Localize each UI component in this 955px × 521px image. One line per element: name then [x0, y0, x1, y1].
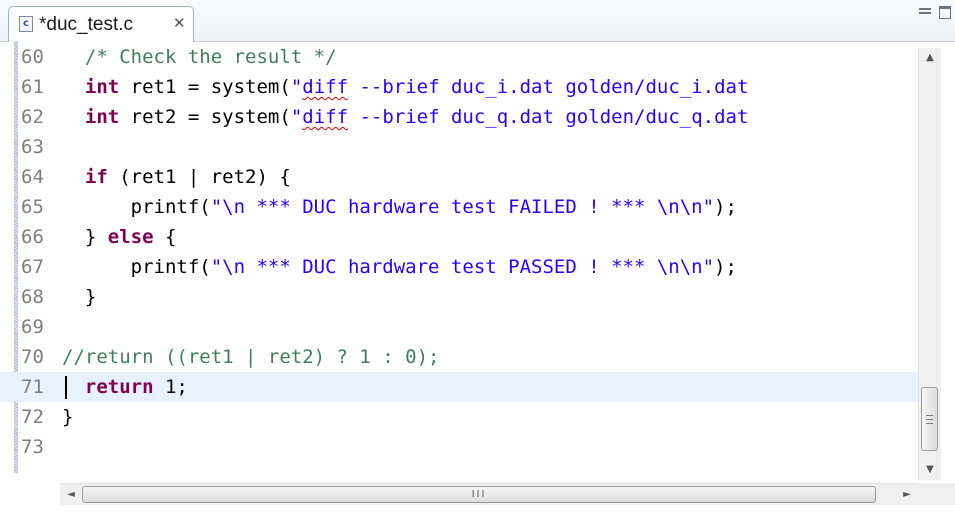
line-number: 61: [21, 76, 44, 98]
line-number: 70: [21, 346, 44, 368]
code-text: return 1;: [62, 372, 918, 402]
vertical-scroll-thumb[interactable]: [921, 387, 938, 451]
code-token: ": [290, 76, 303, 98]
code-token: if: [84, 166, 108, 188]
code-token: diff: [302, 106, 349, 128]
code-text: } else {: [62, 222, 918, 252]
line-number: 60: [21, 46, 44, 68]
code-line[interactable]: 64 if (ret1 | ret2) {: [0, 162, 930, 192]
vertical-scrollbar[interactable]: ▲ ▼: [918, 48, 941, 480]
line-number: 64: [21, 166, 44, 188]
code-line[interactable]: 65 printf("\n *** DUC hardware test FAIL…: [0, 192, 930, 222]
code-token: printf(: [62, 196, 211, 218]
tab-title: *duc_test.c: [39, 14, 133, 35]
code-token: "\n *** DUC hardware test PASSED ! *** \…: [210, 256, 715, 278]
code-line[interactable]: 67 printf("\n *** DUC hardware test PASS…: [0, 252, 930, 282]
code-text: }: [62, 282, 918, 312]
text-cursor: [65, 376, 67, 399]
line-number: 72: [21, 406, 44, 428]
code-token: --brief duc_i.dat golden/duc_i.dat: [348, 76, 749, 98]
tab-duc-test-c[interactable]: c *duc_test.c ✕: [8, 6, 194, 42]
thumb-grip-line: [926, 419, 933, 420]
code-text: int ret2 = system("diff --brief duc_q.da…: [62, 102, 918, 132]
code-token: {: [153, 226, 177, 248]
code-token: ": [290, 106, 303, 128]
maximize-icon[interactable]: [939, 6, 953, 19]
code-token: //return ((ret1 | ret2) ? 1 : 0);: [62, 346, 440, 368]
line-number: 62: [21, 106, 44, 128]
code-text: }: [62, 402, 918, 432]
code-token: 1;: [153, 376, 188, 398]
line-number: 68: [21, 286, 44, 308]
code-line[interactable]: 60 /* Check the result */: [0, 42, 930, 72]
line-number: 71: [21, 376, 44, 398]
code-line[interactable]: 69: [0, 312, 930, 342]
line-number: 66: [21, 226, 44, 248]
scroll-right-arrow-icon[interactable]: ►: [896, 484, 918, 506]
editor-tab-bar: c *duc_test.c ✕: [0, 0, 955, 42]
horizontal-scrollbar[interactable]: ◄ III ►: [60, 483, 918, 506]
code-line[interactable]: 66 } else {: [0, 222, 930, 252]
code-token: int: [84, 106, 120, 128]
code-token: else: [107, 226, 154, 248]
line-number: 73: [21, 436, 44, 458]
code-token: ret1 = system(: [119, 76, 291, 98]
code-token: (ret1 | ret2) {: [107, 166, 291, 188]
horizontal-scroll-thumb[interactable]: III: [82, 486, 876, 503]
code-token: }: [62, 286, 97, 308]
code-token: );: [714, 256, 737, 278]
bottom-strip: [0, 505, 955, 521]
code-token: /* Check the result */: [84, 46, 337, 68]
code-line[interactable]: 63: [0, 132, 930, 162]
code-token: "\n *** DUC hardware test FAILED ! *** \…: [210, 196, 715, 218]
line-number: 63: [21, 136, 44, 158]
code-line[interactable]: 73: [0, 432, 930, 462]
scroll-up-arrow-icon[interactable]: ▲: [919, 48, 941, 68]
code-line[interactable]: 62 int ret2 = system("diff --brief duc_q…: [0, 102, 930, 132]
code-token: }: [62, 406, 74, 428]
code-line[interactable]: 61 int ret1 = system("diff --brief duc_i…: [0, 72, 930, 102]
scroll-left-arrow-icon[interactable]: ◄: [60, 484, 82, 506]
code-token: --brief duc_q.dat golden/duc_q.dat: [348, 106, 749, 128]
line-number: 65: [21, 196, 44, 218]
code-line[interactable]: 72}: [0, 402, 930, 432]
code-token: }: [62, 226, 108, 248]
code-text: /* Check the result */: [62, 42, 918, 72]
code-text: printf("\n *** DUC hardware test PASSED …: [62, 252, 918, 282]
thumb-grip-line: [926, 415, 933, 416]
code-line[interactable]: 70 //return ((ret1 | ret2) ? 1 : 0);: [0, 342, 930, 372]
code-text: if (ret1 | ret2) {: [62, 162, 918, 192]
code-text: int ret1 = system("diff --brief duc_i.da…: [62, 72, 918, 102]
c-source-file-icon: c: [19, 16, 33, 32]
code-token: ret2 = system(: [119, 106, 291, 128]
code-token: printf(: [62, 256, 211, 278]
thumb-grip-line: [926, 423, 933, 424]
code-line[interactable]: 68 }: [0, 282, 930, 312]
code-token: return: [84, 376, 154, 398]
close-tab-icon[interactable]: ✕: [173, 14, 186, 32]
line-number: 69: [21, 316, 44, 338]
code-text: //return ((ret1 | ret2) ? 1 : 0);: [62, 342, 918, 372]
line-number: 67: [21, 256, 44, 278]
code-token: diff: [302, 76, 349, 98]
code-editor[interactable]: 60 /* Check the result */61 int ret1 = s…: [0, 41, 955, 501]
code-line[interactable]: 71 return 1;: [0, 372, 930, 402]
code-token: int: [84, 76, 120, 98]
minimize-icon[interactable]: [919, 6, 933, 16]
scroll-down-arrow-icon[interactable]: ▼: [919, 460, 941, 480]
code-token: );: [714, 196, 737, 218]
code-text: printf("\n *** DUC hardware test FAILED …: [62, 192, 918, 222]
